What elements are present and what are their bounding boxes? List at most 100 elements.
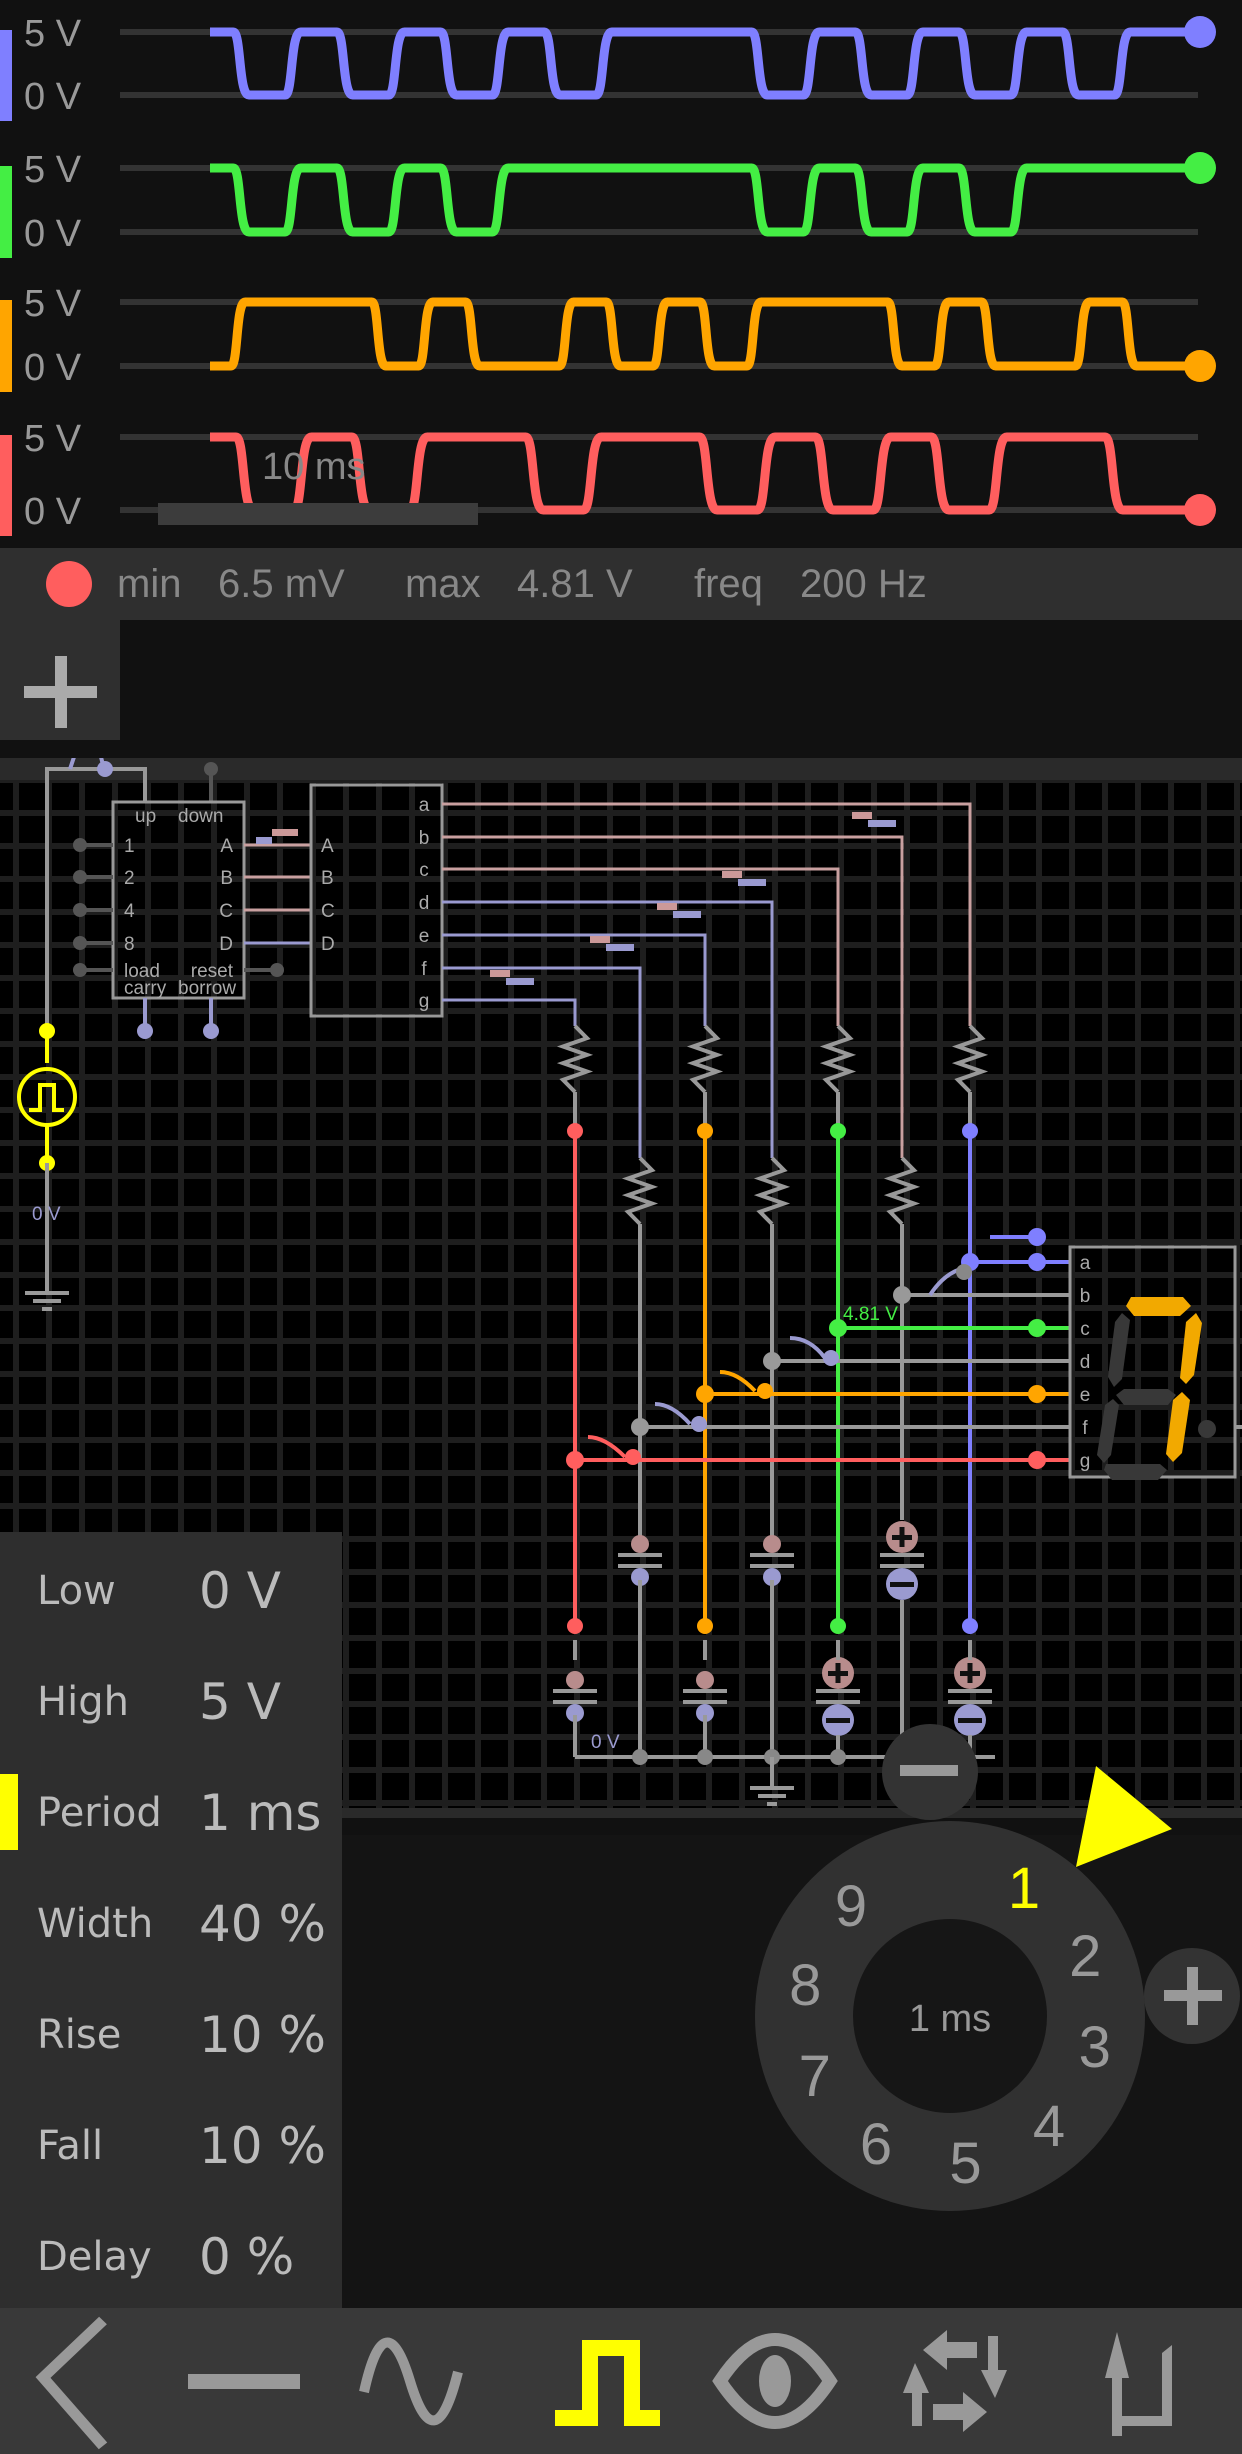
property-value: 1 ms [199,1784,322,1842]
display-segment-g [1104,1464,1167,1480]
switch-pivot[interactable] [757,1383,773,1399]
dial-digit-4[interactable]: 4 [1033,2094,1065,2159]
axis-label-high: 5 V [24,13,82,55]
source-terminal[interactable] [39,1023,55,1039]
ground-voltage-label: 0 V [591,1732,620,1753]
input-dot[interactable] [73,903,87,917]
node-dot[interactable] [830,1618,846,1634]
logic-indicator [590,936,610,943]
pin-dot[interactable] [1028,1319,1046,1337]
sine-source-button[interactable] [340,2308,490,2454]
node-dot[interactable] [696,1385,714,1403]
node-dot[interactable] [632,1749,648,1765]
property-row-delay[interactable]: Delay 0 % [0,2198,342,2308]
node-dot[interactable] [830,1123,846,1139]
trace-endpoint-orange[interactable] [1184,350,1216,382]
input-dot[interactable] [73,838,87,852]
channel-color-bar[interactable] [0,30,12,121]
sine-wave-icon [359,2337,463,2426]
input-dot[interactable] [73,870,87,884]
counter-input-label: 8 [124,934,135,955]
channel-color-bar[interactable] [0,435,12,536]
property-row-rise[interactable]: Rise 10 % [0,1976,342,2086]
trace-endpoint-blue[interactable] [1184,16,1216,48]
property-label: Low [37,1568,116,1614]
node-dot[interactable] [567,1618,583,1634]
dial-digit-6[interactable]: 6 [860,2112,892,2177]
node-dot[interactable] [567,1123,583,1139]
switch-pivot[interactable] [625,1449,641,1465]
node-dot[interactable] [893,1286,911,1304]
node-dot[interactable] [962,1618,978,1634]
pin-dot[interactable] [1028,1253,1046,1271]
pin-dot[interactable] [1028,1228,1046,1246]
back-button[interactable] [0,2308,150,2454]
node-dot[interactable] [697,1749,713,1765]
min-label: min [117,562,182,606]
dial-digit-9[interactable]: 9 [835,1874,867,1939]
dial-pointer-icon [1076,1766,1172,1867]
timescale-bar[interactable] [158,503,478,525]
reset-dot[interactable] [270,963,284,977]
carry-dot[interactable] [137,1023,153,1039]
trace-endpoint-green[interactable] [1184,152,1216,184]
property-row-fall[interactable]: Fall 10 % [0,2087,342,2197]
rotate-button[interactable] [880,2308,1030,2454]
input-dot[interactable] [73,936,87,950]
counter-label-carry: carry [124,978,167,999]
node-dot[interactable] [697,1618,713,1634]
dial-digit-2[interactable]: 2 [1069,1924,1101,1989]
plus-terminal-icon [763,1535,781,1553]
add-channel-button[interactable] [0,620,120,740]
counter-output-label: D [219,934,233,955]
node-dot[interactable] [962,1123,978,1139]
property-row-high[interactable]: High 5 V [0,1643,342,1753]
probe-button[interactable] [700,2308,850,2454]
dial-digit-7[interactable]: 7 [799,2044,831,2109]
borrow-dot[interactable] [203,1023,219,1039]
property-row-width[interactable]: Width 40 % [0,1865,342,1975]
pulse-source-button[interactable] [525,2308,675,2454]
node-dot[interactable] [566,1451,584,1469]
freq-label: freq [694,562,763,606]
counter-label-up: up [135,806,156,827]
trace-blue [210,27,1195,100]
terminal-dot[interactable] [204,762,218,776]
channel-color-bar[interactable] [0,166,12,258]
channel-color-bar[interactable] [0,300,12,392]
property-row-low[interactable]: Low 0 V [0,1532,342,1642]
switch-pivot[interactable] [823,1350,839,1366]
value-dial[interactable]: 1 ms 12 34567 89 [740,1720,1242,2220]
dial-digit-5[interactable]: 5 [949,2131,981,2196]
oscilloscope-panel[interactable]: 5 V 0 V 5 V 0 V 5 V 0 V 5 V 0 V 10 ms [0,0,1242,548]
pin-dot[interactable] [1028,1385,1046,1403]
property-row-period[interactable]: Period 1 ms [0,1754,342,1864]
switch-pivot[interactable] [691,1416,707,1432]
node-dot[interactable] [763,1352,781,1370]
property-label: Width [37,1901,154,1947]
axis-label-high: 5 V [24,283,82,325]
logic-indicator [673,911,701,918]
dial-digit-8[interactable]: 8 [789,1953,821,2018]
trace-endpoint-red[interactable] [1184,494,1216,526]
terminal-dot[interactable] [97,761,113,777]
flip-button[interactable] [1060,2308,1210,2454]
node-dot[interactable] [697,1123,713,1139]
input-dot[interactable] [73,963,87,977]
decoder-output-label: d [419,893,430,914]
channel-color-dot[interactable] [46,561,92,607]
dc-source-button[interactable] [160,2308,310,2454]
property-label: High [37,1679,129,1725]
node-dot[interactable] [631,1418,649,1436]
bottom-toolbar [0,2308,1242,2454]
plus-terminal-icon [631,1535,649,1553]
decoder-output-label: a [419,795,430,816]
axis-label-low: 0 V [24,213,82,255]
dial-digit-1[interactable]: 1 [1008,1856,1040,1921]
dial-digit-3[interactable]: 3 [1079,2015,1111,2080]
switch-pivot[interactable] [956,1264,972,1280]
property-value: 10 % [199,2006,327,2064]
min-value: 6.5 mV [218,562,345,606]
decoder-output-label: e [419,926,430,947]
pin-dot[interactable] [1028,1451,1046,1469]
